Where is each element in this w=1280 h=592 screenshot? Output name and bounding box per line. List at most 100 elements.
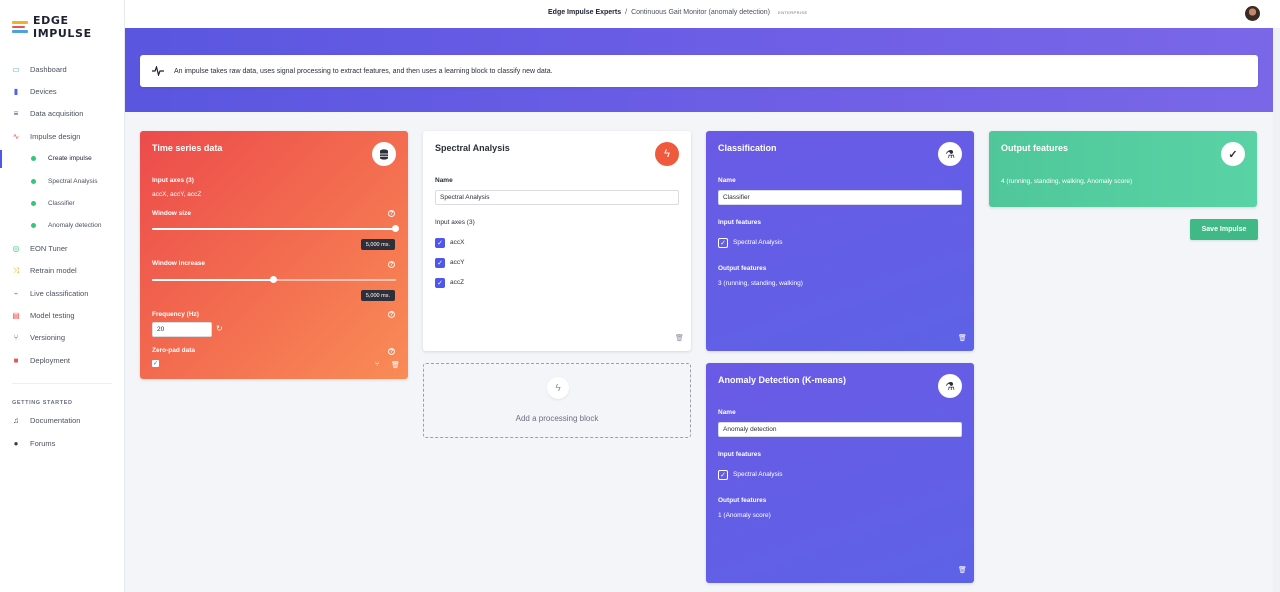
axis-checkbox[interactable]: ✓ xyxy=(435,258,445,268)
scrollbar[interactable] xyxy=(1273,28,1280,592)
output-features-label: Output features xyxy=(718,497,767,504)
save-impulse-button[interactable]: Save Impulse xyxy=(1190,219,1258,240)
help-icon[interactable]: ? xyxy=(388,348,395,355)
status-dot xyxy=(31,201,36,207)
feature-label: Spectral Analysis xyxy=(733,239,783,246)
axis-checkbox[interactable]: ✓ xyxy=(435,278,445,288)
help-icon[interactable]: ? xyxy=(388,311,395,318)
sidebar-item-forums[interactable]: ● Forums xyxy=(0,432,124,454)
window-increase-label: Window increase xyxy=(152,260,206,267)
sidebar-item-impulse-design[interactable]: ∿ Impulse design xyxy=(0,125,124,147)
output-features-value: 3 (running, standing, walking) xyxy=(718,280,803,287)
sidebar-subitem-create-impulse[interactable]: Create impulse xyxy=(0,148,124,170)
sidebar-subitem-spectral-analysis[interactable]: Spectral Analysis xyxy=(0,170,124,192)
breadcrumb-org[interactable]: Edge Impulse Experts xyxy=(548,9,621,16)
reset-icon[interactable]: ↻ xyxy=(216,324,223,333)
bolt-icon: ϟ xyxy=(655,142,679,166)
window-increase-value: 5,000 ms. xyxy=(360,290,395,301)
sidebar-item-versioning[interactable]: ⑂ Versioning xyxy=(0,327,124,349)
sidebar-item-eon-tuner[interactable]: ◎ EON Tuner xyxy=(0,237,124,259)
axis-checkbox[interactable]: ✓ xyxy=(435,238,445,248)
card-title: Spectral Analysis xyxy=(435,143,510,153)
info-banner: An impulse takes raw data, uses signal p… xyxy=(140,55,1258,87)
classifier-name-input[interactable] xyxy=(718,190,962,205)
chip-icon: ▮ xyxy=(13,87,19,97)
sidebar-item-label: Dashboard xyxy=(30,64,67,74)
sidebar-item-deployment[interactable]: ■ Deployment xyxy=(0,349,124,371)
add-processing-block[interactable]: ϟ Add a processing block xyxy=(423,363,691,438)
slider-handle[interactable] xyxy=(392,225,399,232)
sidebar-item-devices[interactable]: ▮ Devices xyxy=(0,80,124,102)
slider-fill xyxy=(152,279,274,281)
anomaly-name-input[interactable] xyxy=(718,422,962,437)
output-features-label: Output features xyxy=(718,265,767,272)
trash-icon[interactable]: 🗑 xyxy=(391,361,400,369)
flask-icon: ⚗ xyxy=(938,374,962,398)
output-features-card: Output features ✓ 4 (running, standing, … xyxy=(989,131,1257,207)
section-title-getting-started: GETTING STARTED xyxy=(12,383,112,409)
breadcrumb: Edge Impulse Experts / Continuous Gait M… xyxy=(548,9,808,16)
zero-pad-label: Zero-pad data xyxy=(152,347,195,354)
input-features-label: Input features xyxy=(718,219,761,226)
avatar[interactable] xyxy=(1245,6,1260,21)
check-icon: ✓ xyxy=(1221,142,1245,166)
axis-label: accX xyxy=(450,239,465,246)
sidebar-item-label: Devices xyxy=(30,87,57,97)
gift-icon: ■ xyxy=(13,355,19,365)
output-features-value: 1 (Anomaly score) xyxy=(718,512,771,519)
help-icon[interactable]: ? xyxy=(388,261,395,268)
sidebar-nav: ▭ Dashboard ▮ Devices ≡ Data acquisition… xyxy=(0,58,124,454)
sidebar-item-model-testing[interactable]: ▤ Model testing xyxy=(0,304,124,326)
status-dot xyxy=(31,156,36,162)
sidebar-item-dashboard[interactable]: ▭ Dashboard xyxy=(0,58,124,80)
input-axes-value: accX, accY, accZ xyxy=(152,191,202,198)
sidebar-subitem-classifier[interactable]: Classifier xyxy=(0,192,124,214)
slider-handle[interactable] xyxy=(270,276,277,283)
card-title: Anomaly Detection (K-means) xyxy=(718,375,847,385)
trash-icon[interactable]: 🗑 xyxy=(675,334,684,342)
anomaly-detection-card: Anomaly Detection (K-means) ⚗ Name Input… xyxy=(706,363,974,583)
sidebar-item-documentation[interactable]: ♫ Documentation xyxy=(0,409,124,431)
sidebar-item-label: Deployment xyxy=(30,355,71,365)
logo[interactable]: EDGE IMPULSE xyxy=(12,14,124,40)
sidebar-item-label: Impulse design xyxy=(30,131,81,141)
breadcrumb-project[interactable]: Continuous Gait Monitor (anomaly detecti… xyxy=(631,9,770,16)
axis-label: accZ xyxy=(450,279,465,286)
zero-pad-checkbox[interactable]: ✓ xyxy=(152,360,159,367)
sidebar-item-label: Forums xyxy=(30,438,56,448)
flask-icon: ⚗ xyxy=(938,142,962,166)
sidebar: EDGE IMPULSE ▭ Dashboard ▮ Devices ≡ Dat… xyxy=(0,0,125,592)
help-icon[interactable]: ? xyxy=(388,210,395,217)
sidebar-item-retrain-model[interactable]: ⤨ Retrain model xyxy=(0,260,124,282)
feature-checkbox[interactable]: ✓ xyxy=(718,470,728,480)
window-increase-slider[interactable] xyxy=(152,276,396,283)
chat-icon: ● xyxy=(13,438,19,448)
frequency-input[interactable] xyxy=(152,322,212,337)
trash-icon[interactable]: 🗑 xyxy=(958,566,967,574)
trash-icon[interactable]: 🗑 xyxy=(958,334,967,342)
shuffle-icon: ⤨ xyxy=(12,265,20,275)
target-icon: ◎ xyxy=(12,243,20,253)
add-processing-block-label: Add a processing block xyxy=(515,414,599,423)
database-icon: ≡ xyxy=(13,109,19,119)
sidebar-item-live-classification[interactable]: ⌁ Live classification xyxy=(0,282,124,304)
branch-icon[interactable]: ⑂ xyxy=(375,361,379,368)
sidebar-subitem-anomaly-detection[interactable]: Anomaly detection xyxy=(0,215,124,237)
name-label: Name xyxy=(718,177,736,184)
time-series-card: Time series data Input axes (3) accX, ac… xyxy=(140,131,408,379)
window-size-value: 5,000 ms. xyxy=(360,239,395,250)
axis-label: accY xyxy=(450,259,465,266)
input-features-label: Input features xyxy=(718,451,761,458)
card-title: Time series data xyxy=(152,143,223,153)
sidebar-subitem-label: Create impulse xyxy=(48,155,92,163)
spectral-name-input[interactable] xyxy=(435,190,679,205)
sidebar-item-data-acquisition[interactable]: ≡ Data acquisition xyxy=(0,103,124,125)
input-axes-label: Input axes (3) xyxy=(435,219,475,226)
feature-checkbox[interactable]: ✓ xyxy=(718,238,728,248)
sidebar-item-label: Live classification xyxy=(30,288,89,298)
feature-label: Spectral Analysis xyxy=(733,471,783,478)
frequency-label: Frequency (Hz) xyxy=(152,311,199,318)
window-size-slider[interactable] xyxy=(152,225,399,232)
logo-text: EDGE IMPULSE xyxy=(33,14,92,40)
sidebar-item-label: EON Tuner xyxy=(30,243,68,253)
